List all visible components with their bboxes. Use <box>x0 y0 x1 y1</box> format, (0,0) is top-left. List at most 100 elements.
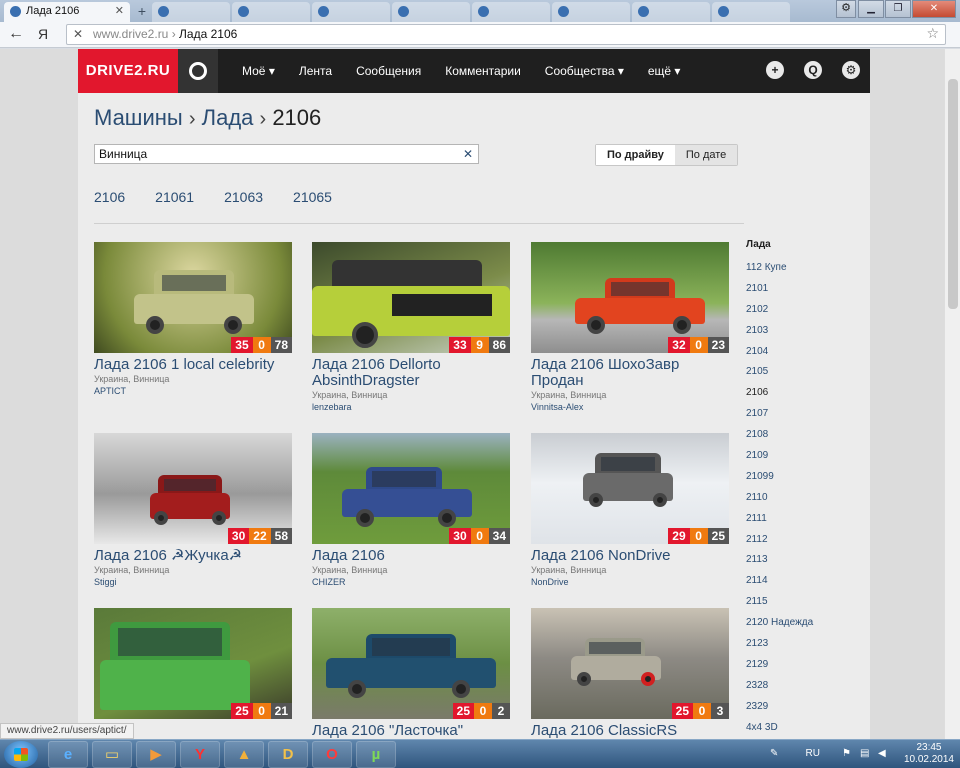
car-card[interactable]: 29 0 25 Лада 2106 NonDrive Украина, Винн… <box>531 433 729 588</box>
sidebar-item[interactable]: 2103 <box>746 325 856 346</box>
start-button[interactable] <box>4 741 38 768</box>
ie-icon[interactable]: e <box>48 741 88 768</box>
card-user[interactable]: NonDrive <box>531 576 729 588</box>
car-card[interactable]: 33 9 86 Лада 2106 Dellorto AbsinthDragst… <box>312 242 510 413</box>
bookmark-star-icon[interactable]: ☆ <box>926 24 939 43</box>
sidebar-item[interactable]: 2102 <box>746 304 856 325</box>
close-window-icon[interactable]: ✕ <box>912 0 956 18</box>
car-photo[interactable]: 30 22 58 <box>94 433 292 544</box>
utorrent-icon[interactable]: µ <box>356 741 396 768</box>
aimp-icon[interactable]: ▲ <box>224 741 264 768</box>
opera-icon[interactable]: O <box>312 741 352 768</box>
card-user[interactable]: APTICT <box>94 385 292 397</box>
tab-active[interactable]: Лада 2106 ✕ <box>4 2 130 22</box>
car-card[interactable]: 25 0 21 <box>94 608 292 723</box>
breadcrumb-cars[interactable]: Машины <box>94 105 183 130</box>
new-tab-icon[interactable]: + <box>134 4 150 20</box>
car-card[interactable]: 25 0 2 Лада 2106 "Ласточка" <box>312 608 510 739</box>
scroll-thumb[interactable] <box>948 79 958 309</box>
model-link[interactable]: 2106 <box>94 189 125 205</box>
tab-inactive[interactable] <box>632 2 710 22</box>
maximize-icon[interactable]: ❐ <box>885 0 911 18</box>
card-title[interactable]: Лада 2106 ClassicRS <box>531 723 729 739</box>
tray-clock[interactable]: 23:45 10.02.2014 <box>904 742 954 766</box>
nav-item-communities[interactable]: Сообщества ▾ <box>533 49 636 93</box>
sidebar-item[interactable]: 2120 Надежда <box>746 617 856 638</box>
volume-icon[interactable]: ◀ <box>878 748 890 760</box>
card-title[interactable]: Лада 2106 ШохоЗавр Продан <box>531 357 729 389</box>
car-photo[interactable]: 33 9 86 <box>312 242 510 353</box>
address-bar[interactable]: ✕ www.drive2.ru › Лада 2106 ☆ <box>66 24 946 45</box>
card-user[interactable]: CHIZER <box>312 576 510 588</box>
card-user[interactable]: lenzebara <box>312 401 510 413</box>
yandex-icon[interactable]: Я <box>38 26 48 42</box>
wheel-icon[interactable] <box>178 49 218 93</box>
tab-inactive[interactable] <box>392 2 470 22</box>
notes-icon[interactable]: ✎ <box>770 748 782 760</box>
model-link[interactable]: 21065 <box>293 189 332 205</box>
car-card[interactable]: 35 0 78 Лада 2106 1 local celebrity Укра… <box>94 242 292 397</box>
sidebar-item[interactable]: 2113 <box>746 554 856 575</box>
sidebar-item[interactable]: 4x4 3D <box>746 722 856 739</box>
sidebar-item[interactable]: 112 Купе <box>746 262 856 283</box>
nav-item-comments[interactable]: Комментарии <box>433 49 533 93</box>
page-scrollbar[interactable] <box>944 49 960 739</box>
card-title[interactable]: Лада 2106 Dellorto AbsinthDragster <box>312 357 510 389</box>
sort-by-date-button[interactable]: По дате <box>674 145 738 165</box>
car-photo[interactable]: 30 0 34 <box>312 433 510 544</box>
model-link[interactable]: 21061 <box>155 189 194 205</box>
car-card[interactable]: 25 0 3 Лада 2106 ClassicRS <box>531 608 729 739</box>
browser-settings-icon[interactable]: ⚙ <box>836 0 856 18</box>
tab-close-icon[interactable]: ✕ <box>115 2 124 20</box>
car-card[interactable]: 32 0 23 Лада 2106 ШохоЗавр Продан Украин… <box>531 242 729 413</box>
car-card[interactable]: 30 0 34 Лада 2106 Украина, Винница CHIZE… <box>312 433 510 588</box>
sort-by-drive-button[interactable]: По драйву <box>596 145 675 165</box>
yandex-browser-icon[interactable]: Y <box>180 741 220 768</box>
card-title[interactable]: Лада 2106 <box>312 548 510 564</box>
tab-inactive[interactable] <box>312 2 390 22</box>
sidebar-item[interactable]: 2115 <box>746 596 856 617</box>
sidebar-item[interactable]: 2104 <box>746 346 856 367</box>
sidebar-item[interactable]: 2108 <box>746 429 856 450</box>
nav-item-more[interactable]: ещё ▾ <box>636 49 693 93</box>
city-search-input[interactable]: Винница ✕ <box>94 144 479 164</box>
card-title[interactable]: Лада 2106 NonDrive <box>531 548 729 564</box>
nav-item-messages[interactable]: Сообщения <box>344 49 433 93</box>
flag-icon[interactable]: ⚑ <box>842 748 854 760</box>
minimize-icon[interactable]: ▁ <box>858 0 884 18</box>
car-photo[interactable]: 25 0 21 <box>94 608 292 719</box>
explorer-icon[interactable]: ▭ <box>92 741 132 768</box>
card-title[interactable]: Лада 2106 ☭Жучка☭ <box>94 548 292 564</box>
car-photo[interactable]: 25 0 2 <box>312 608 510 719</box>
gear-icon[interactable]: ⚙ <box>842 61 860 79</box>
sidebar-item[interactable]: 2123 <box>746 638 856 659</box>
sidebar-item[interactable]: 2329 <box>746 701 856 722</box>
nav-item-my[interactable]: Моё ▾ <box>230 49 287 93</box>
media-player-icon[interactable]: ▶ <box>136 741 176 768</box>
site-logo[interactable]: DRIVE2.RU <box>78 49 178 93</box>
car-photo[interactable]: 25 0 3 <box>531 608 729 719</box>
card-user[interactable]: Stiggi <box>94 576 292 588</box>
car-card[interactable]: 30 22 58 Лада 2106 ☭Жучка☭ Украина, Винн… <box>94 433 292 588</box>
tab-inactive[interactable] <box>232 2 310 22</box>
sidebar-item[interactable]: 2111 <box>746 513 856 534</box>
car-photo[interactable]: 32 0 23 <box>531 242 729 353</box>
sidebar-item[interactable]: 2114 <box>746 575 856 596</box>
sidebar-item[interactable]: 2105 <box>746 366 856 387</box>
sidebar-item[interactable]: 2328 <box>746 680 856 701</box>
sidebar-item[interactable]: 2110 <box>746 492 856 513</box>
car-photo[interactable]: 35 0 78 <box>94 242 292 353</box>
sidebar-item[interactable]: 2112 <box>746 534 856 555</box>
card-user[interactable]: Vinnitsa-Alex <box>531 401 729 413</box>
sidebar-item[interactable]: 2129 <box>746 659 856 680</box>
car-photo[interactable]: 29 0 25 <box>531 433 729 544</box>
language-indicator[interactable]: RU <box>806 748 820 759</box>
network-icon[interactable]: ▤ <box>860 748 872 760</box>
clear-search-icon[interactable]: ✕ <box>463 145 473 163</box>
nav-item-feed[interactable]: Лента <box>287 49 344 93</box>
tab-inactive[interactable] <box>152 2 230 22</box>
breadcrumb-lada[interactable]: Лада <box>202 105 254 130</box>
sidebar-item[interactable]: 2107 <box>746 408 856 429</box>
stop-icon[interactable]: ✕ <box>73 25 83 44</box>
add-icon[interactable]: + <box>766 61 784 79</box>
